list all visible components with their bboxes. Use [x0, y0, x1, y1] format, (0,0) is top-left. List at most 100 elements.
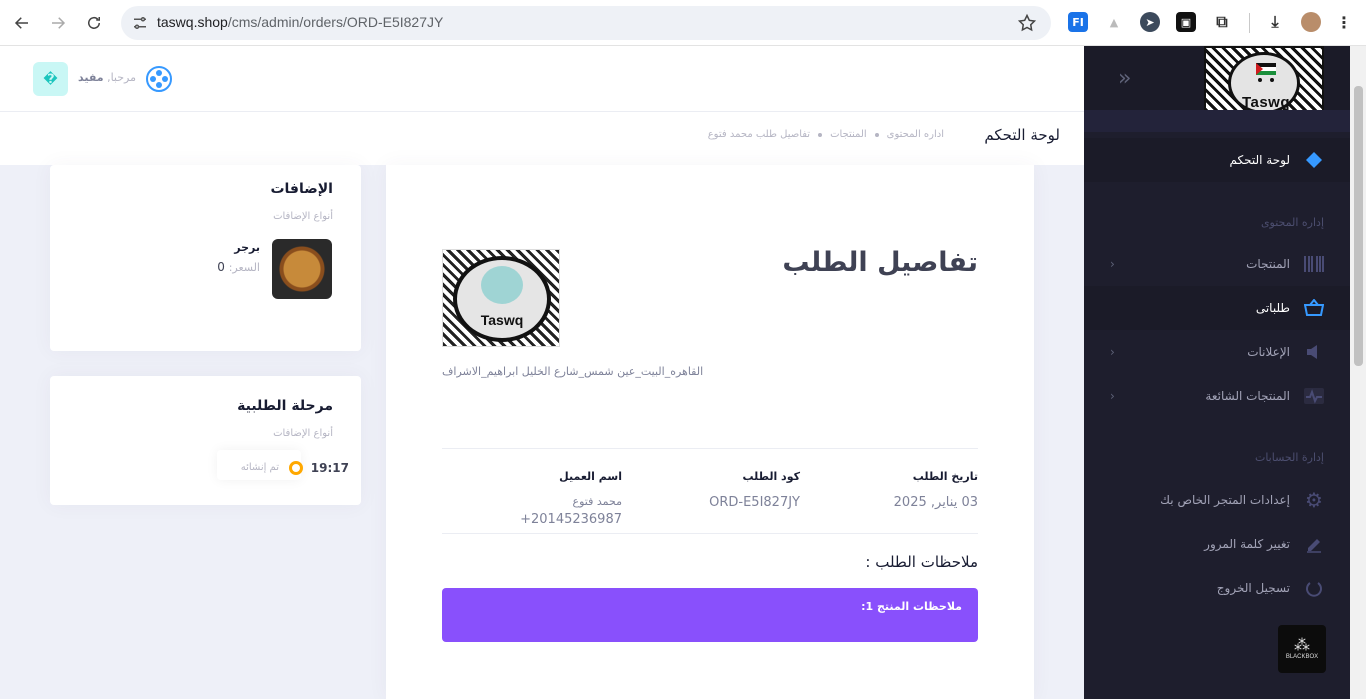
sidebar-item-store-settings[interactable]: ⚙ إعدادات المتجر الخاص بك: [1084, 478, 1366, 522]
order-date-block: تاريخ الطلب 03 يناير, 2025: [894, 470, 978, 510]
barcode-icon: [1304, 254, 1324, 274]
breadcrumb-separator: [818, 132, 823, 137]
toolbar-divider: [1249, 13, 1250, 33]
quick-settings-icon[interactable]: [145, 65, 173, 93]
customer-label: اسم العميل: [559, 470, 622, 483]
order-details-card: تفاصيل الطلب Taswq القاهره_البيت_عين شمس…: [386, 165, 1034, 699]
timeline-status: تم إنشائه: [240, 462, 279, 473]
stage-title: مرحلة الطلبية: [237, 398, 333, 414]
extension-triangle-icon[interactable]: ▲: [1104, 12, 1124, 32]
back-button[interactable]: [8, 9, 36, 37]
page-title: لوحة التحكم: [984, 126, 1060, 144]
extension-cursor-icon[interactable]: ➤: [1140, 12, 1160, 32]
user-greeting[interactable]: مرحبا, مفيد: [78, 71, 136, 84]
bookmark-star-icon[interactable]: [1017, 13, 1037, 33]
order-code-value: ORD-E5I827JY: [709, 495, 800, 510]
url-text: taswq.shop/cms/admin/orders/ORD-E5I827JY: [157, 14, 444, 30]
timeline-status-dot-icon: [289, 461, 303, 475]
customer-block: اسم العميل محمد فتوع +20145236987: [520, 470, 622, 527]
page-scrollbar[interactable]: [1350, 46, 1366, 699]
customer-name: محمد فتوع: [572, 495, 622, 508]
order-stage-card: مرحلة الطلبية أنواع الإضافات 19:17 تم إن…: [50, 376, 361, 505]
browser-toolbar: taswq.shop/cms/admin/orders/ORD-E5I827JY…: [0, 0, 1366, 46]
price-label: السعر:: [228, 261, 260, 274]
sidebar-item-label: تغيير كلمة المرور: [1204, 537, 1290, 551]
cart-icon: [481, 266, 523, 304]
sidebar-item-label: تسجيل الخروج: [1216, 581, 1290, 595]
sidebar-spacer: [1084, 110, 1366, 132]
sidebar-item-logout[interactable]: تسجيل الخروج: [1084, 566, 1366, 610]
greeting-text: مرحبا,: [107, 71, 137, 84]
timeline-time: 19:17: [310, 461, 349, 475]
extension-translate-icon[interactable]: FI: [1068, 12, 1088, 32]
order-address: القاهره_البيت_عين شمس_شارع الخليل ابراهي…: [442, 365, 704, 378]
sidebar-item-label: طلباتى: [1255, 301, 1290, 315]
reload-icon: [88, 16, 100, 29]
sidebar-item-ads[interactable]: الإعلانات ‹: [1084, 330, 1366, 374]
extension-dark-icon[interactable]: ▣: [1176, 12, 1196, 32]
product-price: السعر: 0: [217, 260, 260, 274]
sidebar-item-dashboard[interactable]: لوحة التحكم: [1084, 138, 1366, 182]
power-icon: [1304, 578, 1324, 598]
diamond-icon: [1304, 150, 1324, 170]
pencil-icon: [1304, 534, 1324, 554]
download-icon[interactable]: ⤓: [1265, 12, 1285, 32]
logo-brand-text: Taswq: [1241, 94, 1291, 111]
browser-menu-icon[interactable]: ⋮: [1334, 12, 1354, 32]
order-date-value: 03 يناير, 2025: [893, 495, 978, 510]
reload-button[interactable]: [80, 9, 108, 37]
cart-icon: [1256, 63, 1276, 82]
logo-brand-text: Taswq: [480, 312, 524, 328]
stage-subtitle: أنواع الإضافات: [273, 428, 333, 439]
gear-icon: ⚙: [1305, 488, 1323, 512]
blackbox-badge[interactable]: ⁂ BLACKBOX: [1278, 625, 1326, 673]
user-name: مفيد: [78, 71, 104, 84]
price-value: 0: [217, 260, 225, 274]
product-image: [272, 239, 332, 299]
site-settings-icon[interactable]: [131, 14, 149, 32]
avatar-letter: �: [43, 71, 58, 87]
chevron-icon: ‹: [1110, 257, 1115, 271]
user-avatar[interactable]: �: [33, 62, 68, 96]
sidebar-item-label: المنتجات: [1246, 257, 1290, 271]
order-notes-title: ملاحظات الطلب :: [865, 553, 978, 571]
pulse-icon: [1304, 386, 1324, 406]
speaker-icon: [1304, 342, 1324, 362]
divider: [442, 533, 978, 534]
sidebar-section-title: إداره المحتوى: [1260, 216, 1324, 229]
chevron-icon: ‹: [1110, 345, 1115, 359]
arrow-left-icon: [14, 17, 28, 29]
addons-subtitle: أنواع الإضافات: [273, 211, 333, 222]
sidebar-item-label: المنتجات الشائعة: [1205, 389, 1290, 403]
sidebar-section-title: إدارة الحسابات: [1254, 451, 1324, 464]
order-code-block: كود الطلب ORD-E5I827JY: [709, 470, 800, 510]
addons-card: الإضافات أنواع الإضافات برجر السعر: 0: [50, 165, 361, 351]
store-logo: Taswq: [442, 249, 560, 347]
subheader: لوحة التحكم اداره المحتوى المنتجات تفاصي…: [0, 112, 1084, 165]
forward-button[interactable]: [44, 9, 72, 37]
breadcrumb-item: تفاصيل طلب محمد فتوع: [707, 129, 811, 140]
arrow-right-icon: [52, 17, 66, 29]
breadcrumb-item[interactable]: اداره المحتوى: [887, 129, 944, 140]
product-notes-box: ملاحظات المنتج 1:: [442, 588, 978, 642]
breadcrumb-item[interactable]: المنتجات: [830, 129, 867, 140]
sidebar-collapse-icon[interactable]: «: [1118, 66, 1131, 91]
chevron-icon: ‹: [1110, 389, 1115, 403]
order-date-label: تاريخ الطلب: [912, 470, 978, 483]
sidebar-item-orders[interactable]: طلباتى: [1084, 286, 1366, 330]
sidebar-item-products[interactable]: المنتجات ‹: [1084, 242, 1366, 286]
product-name: برجر: [234, 241, 260, 254]
sidebar-item-label: الإعلانات: [1247, 345, 1290, 359]
extensions-puzzle-icon[interactable]: ⧉: [1212, 12, 1232, 32]
blackbox-logo-icon: ⁂: [1294, 637, 1310, 654]
address-bar[interactable]: taswq.shop/cms/admin/orders/ORD-E5I827JY: [121, 6, 1051, 40]
profile-avatar[interactable]: [1301, 12, 1321, 32]
sidebar-item-popular-products[interactable]: المنتجات الشائعة ‹: [1084, 374, 1366, 418]
divider: [442, 448, 978, 449]
basket-icon: [1304, 298, 1324, 318]
scrollbar-thumb[interactable]: [1354, 86, 1363, 366]
addons-title: الإضافات: [270, 181, 333, 197]
sidebar-item-label: لوحة التحكم: [1229, 153, 1291, 167]
sidebar-item-change-password[interactable]: تغيير كلمة المرور: [1084, 522, 1366, 566]
breadcrumb: اداره المحتوى المنتجات تفاصيل طلب محمد ف…: [708, 129, 944, 140]
